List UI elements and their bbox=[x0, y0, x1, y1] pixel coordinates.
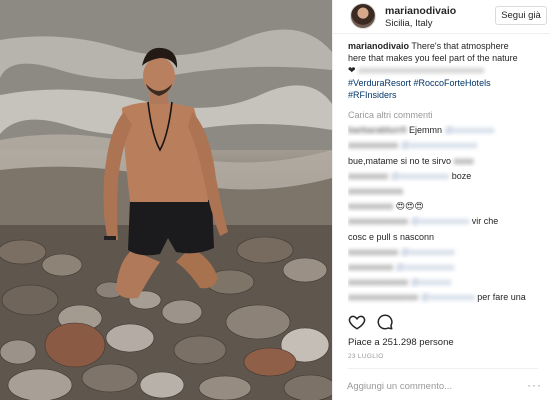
post-actions bbox=[348, 313, 548, 333]
comment-row: bue,matame si no te sirvo xxxx bbox=[348, 155, 474, 166]
post-header: marianodivaio Sicilia, Italy Segui già bbox=[333, 0, 550, 34]
divider bbox=[348, 368, 538, 369]
post-sidebar: marianodivaio Sicilia, Italy Segui già m… bbox=[332, 0, 550, 400]
caption: marianodivaio There's that atmosphere he… bbox=[348, 40, 548, 101]
comment-row: xxxxxxxxxx @xxxxxxxxxx bbox=[348, 246, 455, 257]
caption-text-line2: here that makes you feel part of the nat… bbox=[348, 53, 518, 64]
comment-row: xxxxxxxx @xxxxxxxxxxx boze bbox=[348, 170, 472, 181]
blurred-text: xxxxxxxxxxxxxxxxxxxxxxxxxxxx bbox=[358, 65, 485, 76]
likes-count[interactable]: Piace a 251.298 persone bbox=[348, 337, 454, 348]
location-link[interactable]: Sicilia, Italy bbox=[385, 18, 433, 29]
load-more-comments-link[interactable]: Carica altri commenti bbox=[348, 109, 548, 121]
comment-row: barbarablurr0 Ejemmn @xxxxxxxxx bbox=[348, 125, 495, 136]
hashtags-line2[interactable]: #RFInsiders bbox=[348, 90, 397, 100]
comment-row: xxxxxxxxxxxx @xxxxxxx bbox=[348, 277, 452, 288]
more-options-icon[interactable]: ··· bbox=[527, 378, 542, 392]
comment-row: xxxxxxxxxx @xxxxxxxxxxxxxxx bbox=[348, 140, 478, 151]
following-button[interactable]: Segui già bbox=[495, 6, 547, 25]
header-username[interactable]: marianodivaio bbox=[385, 5, 456, 17]
add-comment-input[interactable] bbox=[347, 378, 517, 394]
comment-row: xxxxxxxxx 😍😍😍 bbox=[348, 201, 424, 212]
comment-row: xxxxxxxxx @xxxxxxxxxxx bbox=[348, 262, 455, 273]
hashtags-line1[interactable]: #VerduraResort #RoccoForteHotels bbox=[348, 78, 491, 88]
speech-bubble-icon[interactable] bbox=[376, 313, 394, 331]
comment-row: xxxxxxxxxxxxxx @xxxxxxxxxx per fare una bbox=[348, 292, 526, 303]
post-date: 23 LUGLIO bbox=[348, 353, 384, 360]
photo-illustration bbox=[0, 0, 332, 400]
caption-text: There's that atmosphere bbox=[409, 41, 509, 51]
comment-row: xxxxxxxxxxxx @xxxxxxxxxxx vir che bbox=[348, 216, 499, 227]
avatar[interactable] bbox=[350, 3, 376, 29]
heart-outline-icon[interactable] bbox=[348, 313, 366, 331]
post-photo[interactable] bbox=[0, 0, 332, 400]
caption-username[interactable]: marianodivaio bbox=[348, 41, 409, 51]
heart-emoji-icon: ❤ bbox=[348, 65, 356, 76]
comments-section: marianodivaio There's that atmosphere he… bbox=[348, 40, 548, 304]
comment-row: xxxxxxxxxxx bbox=[348, 186, 404, 197]
comment-row: cosc e pull s nasconn bbox=[348, 231, 435, 242]
